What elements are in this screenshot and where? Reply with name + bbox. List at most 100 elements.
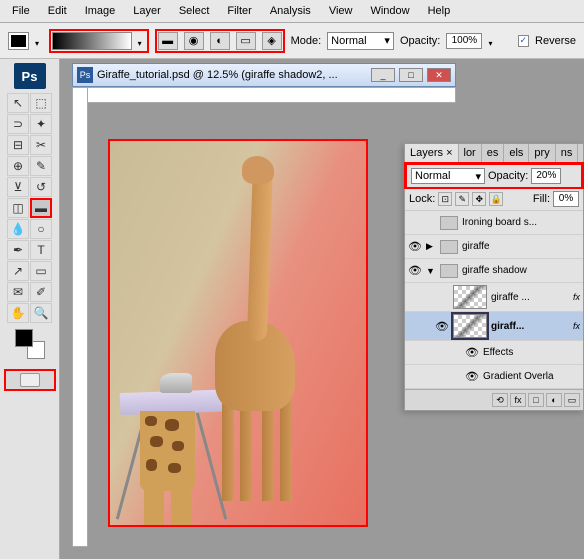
document-titlebar[interactable]: Ps Giraffe_tutorial.psd @ 12.5% (giraffe… (72, 63, 456, 87)
move-tool[interactable]: ↖ (7, 93, 29, 113)
menu-file[interactable]: File (4, 3, 38, 19)
tab-other[interactable]: ns (556, 144, 579, 162)
heal-tool[interactable]: ⊕ (7, 156, 29, 176)
menu-select[interactable]: Select (171, 3, 218, 19)
layer-thumbnail[interactable] (453, 285, 487, 309)
visibility-icon[interactable] (435, 290, 449, 304)
minimize-button[interactable]: _ (371, 68, 395, 82)
new-group-button[interactable]: ▭ (564, 393, 580, 407)
menu-help[interactable]: Help (420, 3, 459, 19)
close-button[interactable]: ✕ (427, 68, 451, 82)
foreground-swatch[interactable] (8, 32, 29, 50)
layer-style-button[interactable]: fx (510, 393, 526, 407)
quickmask-button[interactable] (20, 373, 40, 387)
marquee-tool[interactable]: ⬚ (30, 93, 52, 113)
radial-gradient-button[interactable]: ◉ (184, 32, 204, 50)
linear-gradient-button[interactable]: ▬ (158, 32, 178, 50)
pen-tool[interactable]: ✒ (7, 240, 29, 260)
document-canvas[interactable] (108, 139, 368, 527)
diamond-gradient-button[interactable]: ◈ (262, 32, 282, 50)
layer-blend-select[interactable]: Normal▾ (411, 168, 485, 184)
fx-badge[interactable]: fx (573, 292, 580, 302)
menu-edit[interactable]: Edit (40, 3, 75, 19)
tab-other[interactable]: els (504, 144, 529, 162)
history-brush-tool[interactable]: ↺ (30, 177, 52, 197)
tab-other[interactable]: pry (529, 144, 555, 162)
stamp-tool[interactable]: ⊻ (7, 177, 29, 197)
dodge-tool[interactable]: ○ (30, 219, 52, 239)
lock-pixels-icon[interactable]: ✎ (455, 192, 469, 206)
eraser-tool[interactable]: ◫ (7, 198, 29, 218)
layer-row[interactable]: giraffe ... fx (405, 283, 583, 312)
color-swatches[interactable] (15, 329, 45, 359)
brush-tool[interactable]: ✎ (30, 156, 52, 176)
layer-name[interactable]: giraffe shadow (462, 265, 580, 276)
tab-layers[interactable]: Layers × (405, 144, 459, 162)
photoshop-badge-icon: Ps (14, 63, 46, 89)
fx-badge[interactable]: fx (573, 321, 580, 331)
layer-name[interactable]: giraffe ... (491, 292, 569, 303)
reflected-gradient-button[interactable]: ▭ (236, 32, 256, 50)
angle-gradient-button[interactable]: ◐ (210, 32, 230, 50)
type-tool[interactable]: T (30, 240, 52, 260)
lock-transparency-icon[interactable]: ⊡ (438, 192, 452, 206)
tab-other[interactable]: es (482, 144, 505, 162)
crop-tool[interactable]: ⊟ (7, 135, 29, 155)
visibility-icon[interactable]: 👁 (465, 346, 479, 360)
layer-mask-button[interactable]: □ (528, 393, 544, 407)
lock-label: Lock: (409, 193, 435, 205)
lock-all-icon[interactable]: 🔒 (489, 192, 503, 206)
opacity-value[interactable]: 100% (446, 33, 482, 49)
layer-row[interactable]: 👁 ▶ giraffe (405, 235, 583, 259)
adjustment-layer-button[interactable]: ◐ (546, 393, 562, 407)
menu-window[interactable]: Window (362, 3, 417, 19)
layer-effect-item[interactable]: 👁 Gradient Overla (405, 365, 583, 389)
lasso-tool[interactable]: ⊃ (7, 114, 29, 134)
layer-name[interactable]: giraffe (462, 241, 580, 252)
visibility-icon[interactable]: 👁 (435, 319, 449, 333)
foreground-color[interactable] (15, 329, 33, 347)
blend-mode-select[interactable]: Normal▾ (327, 32, 394, 50)
gradient-dropdown-icon[interactable] (138, 37, 146, 45)
layer-effects-row[interactable]: 👁 Effects (405, 341, 583, 365)
layer-thumbnail[interactable] (453, 314, 487, 338)
link-layers-button[interactable]: ⟲ (492, 393, 508, 407)
gradient-preview[interactable] (52, 32, 132, 50)
effect-name[interactable]: Gradient Overla (483, 371, 580, 382)
slice-tool[interactable]: ✂ (30, 135, 52, 155)
swatch-dropdown-icon[interactable] (35, 37, 43, 45)
menu-view[interactable]: View (321, 3, 361, 19)
visibility-icon[interactable]: 👁 (408, 240, 422, 254)
visibility-icon[interactable]: 👁 (465, 370, 479, 384)
fill-value[interactable]: 0% (553, 191, 579, 207)
tab-other[interactable]: lor (459, 144, 482, 162)
path-tool[interactable]: ↗ (7, 261, 29, 281)
eyedropper-tool[interactable]: ✐ (30, 282, 52, 302)
reverse-checkbox[interactable]: ✓ (518, 35, 529, 47)
menu-layer[interactable]: Layer (125, 3, 169, 19)
visibility-icon[interactable]: 👁 (408, 264, 422, 278)
layer-row[interactable]: Ironing board s... (405, 211, 583, 235)
wand-tool[interactable]: ✦ (30, 114, 52, 134)
notes-tool[interactable]: ✉ (7, 282, 29, 302)
layer-name[interactable]: Ironing board s... (462, 217, 580, 228)
menu-image[interactable]: Image (77, 3, 124, 19)
visibility-icon[interactable] (408, 216, 422, 230)
layer-row[interactable]: 👁 giraff... fx (405, 312, 583, 341)
layer-name[interactable]: giraff... (491, 321, 569, 332)
maximize-button[interactable]: □ (399, 68, 423, 82)
hand-tool[interactable]: ✋ (7, 303, 29, 323)
twirl-icon[interactable]: ▼ (426, 266, 436, 276)
lock-position-icon[interactable]: ✥ (472, 192, 486, 206)
zoom-tool[interactable]: 🔍 (30, 303, 52, 323)
gradient-tool[interactable]: ▬ (30, 198, 52, 218)
menu-analysis[interactable]: Analysis (262, 3, 319, 19)
opacity-dropdown-icon[interactable] (488, 37, 496, 45)
giraffe (210, 161, 300, 501)
menu-filter[interactable]: Filter (219, 3, 259, 19)
twirl-icon[interactable]: ▶ (426, 241, 436, 252)
layer-row[interactable]: 👁 ▼ giraffe shadow (405, 259, 583, 283)
shape-tool[interactable]: ▭ (30, 261, 52, 281)
blur-tool[interactable]: 💧 (7, 219, 29, 239)
layer-opacity-value[interactable]: 20% (531, 168, 561, 184)
